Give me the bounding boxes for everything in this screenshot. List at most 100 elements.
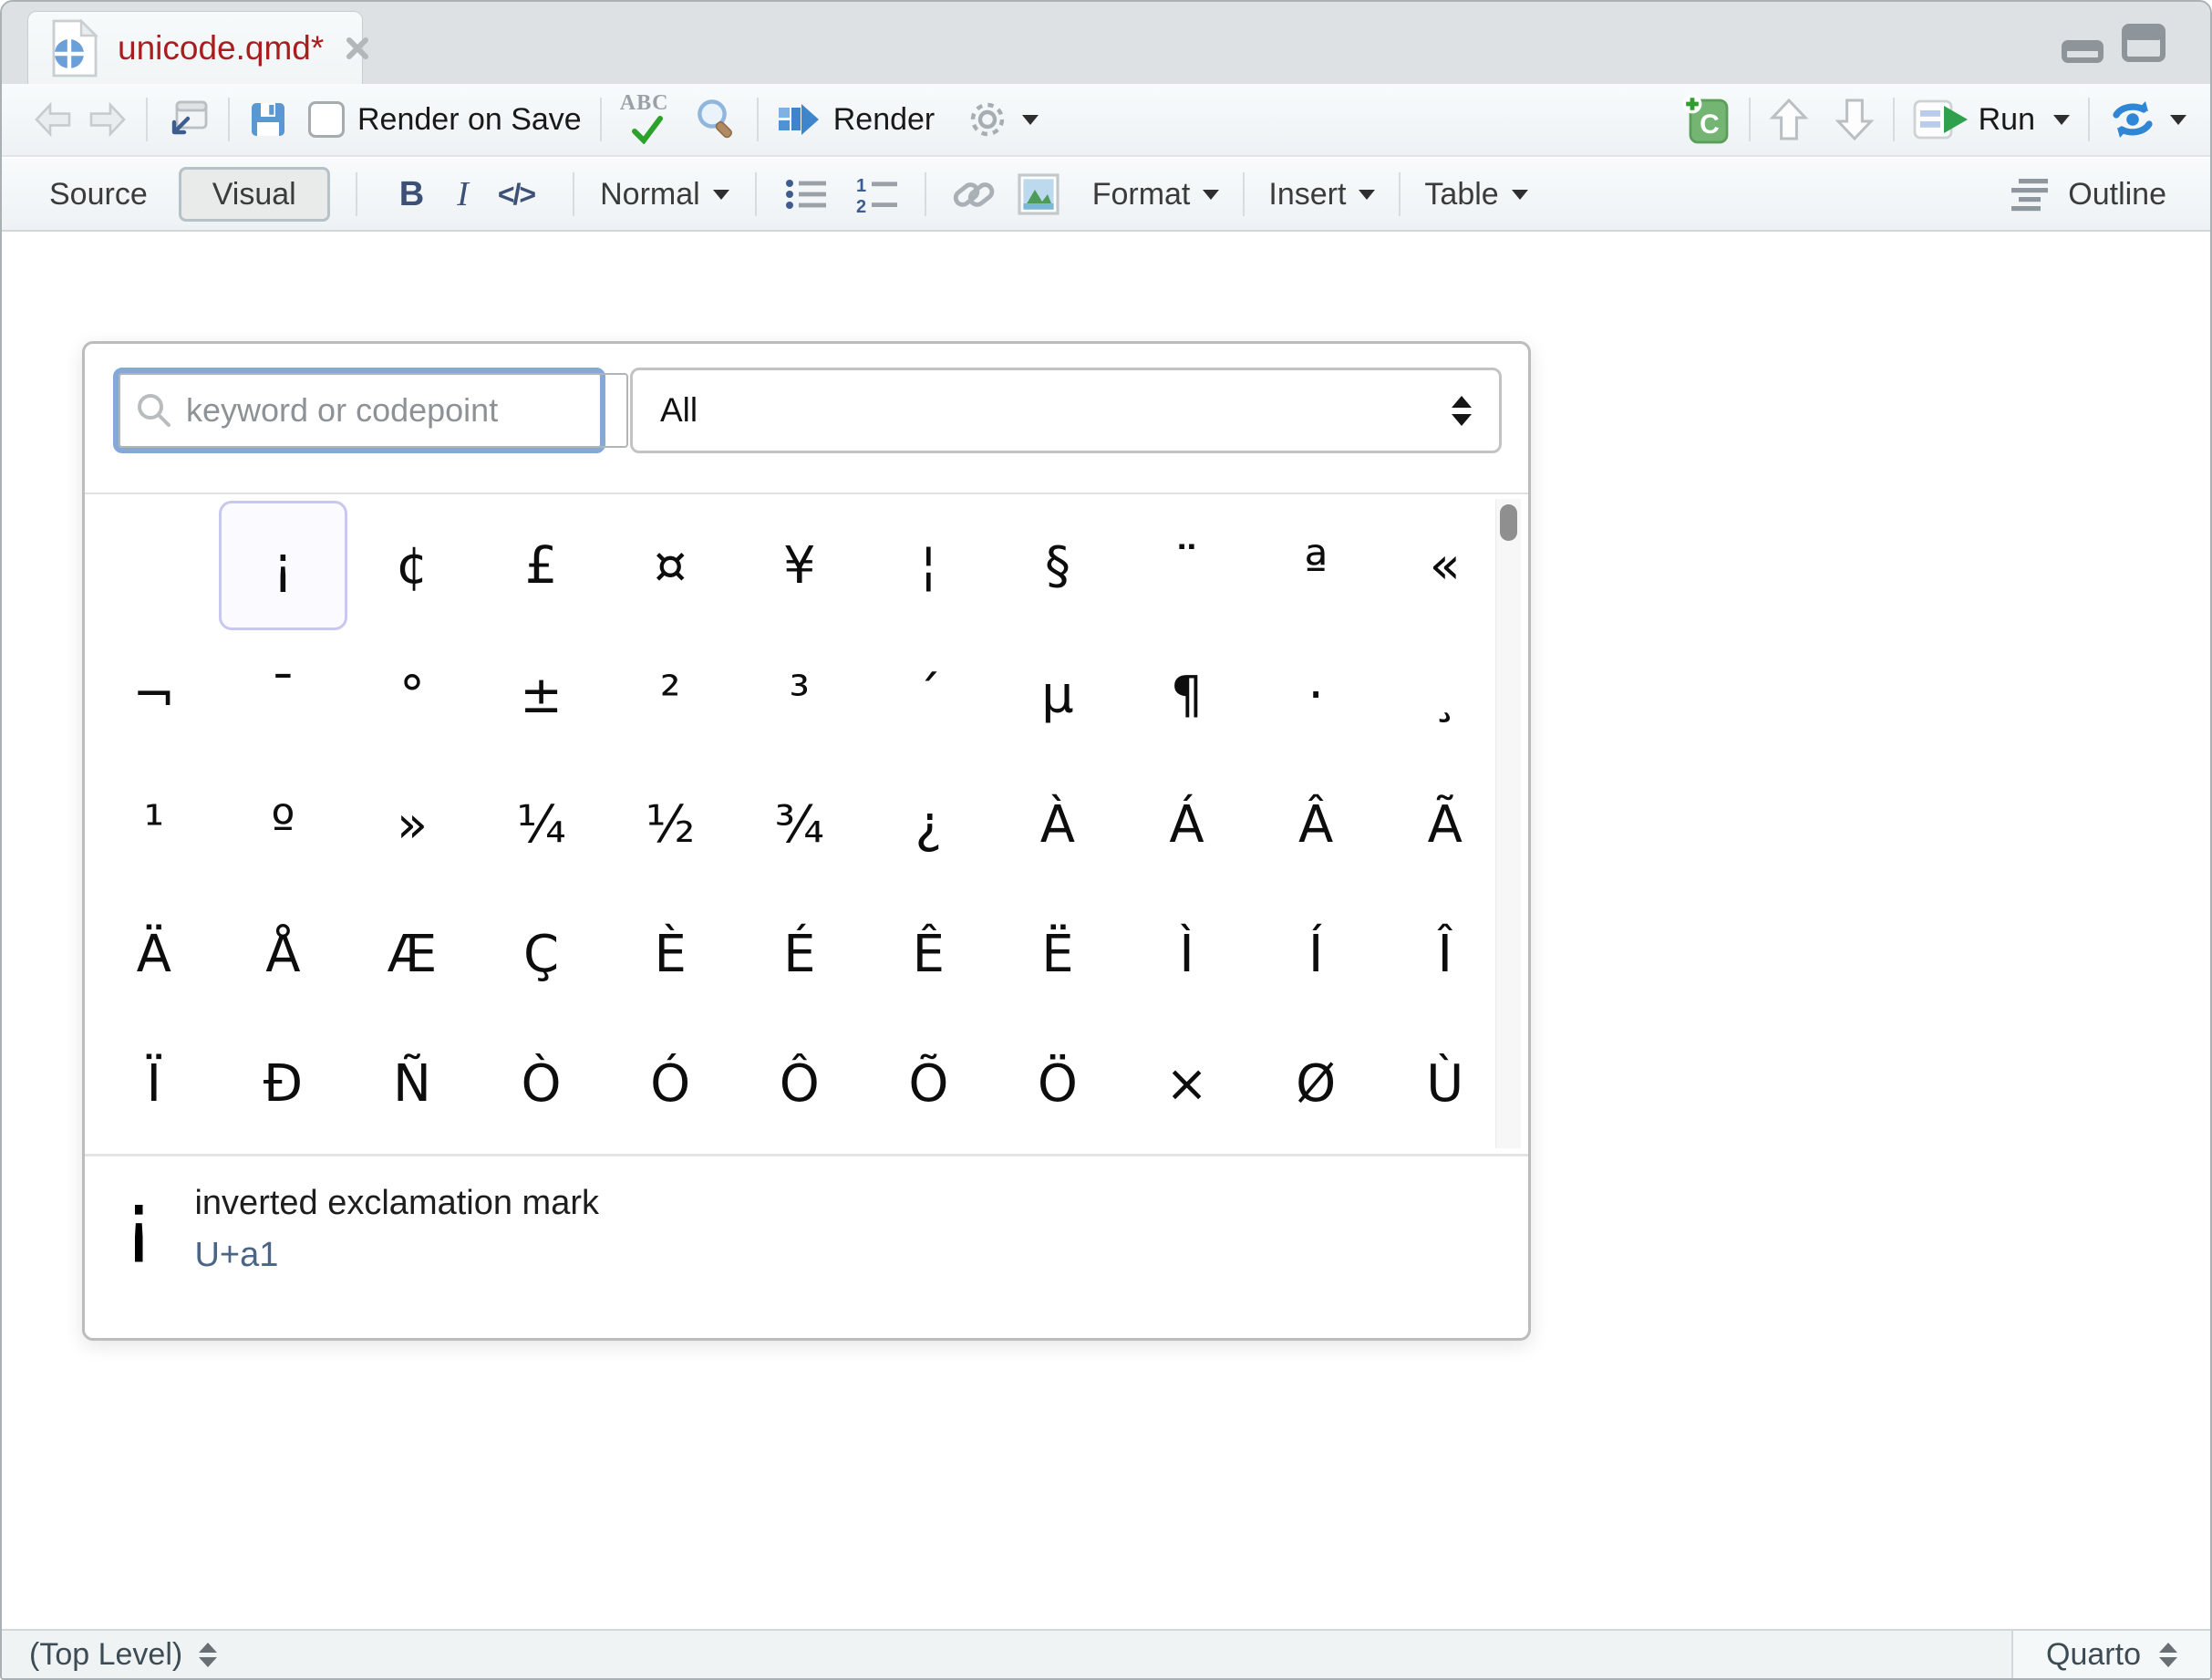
symbol-cell[interactable]: « xyxy=(1380,501,1510,630)
symbol-cell[interactable]: Ô xyxy=(735,1019,864,1148)
symbol-cell[interactable]: É xyxy=(735,889,864,1019)
outline-toggle[interactable]: Outline xyxy=(2010,175,2166,213)
image-icon[interactable] xyxy=(1016,171,1061,217)
symbol-cell[interactable]: ¬ xyxy=(89,630,219,760)
symbol-cell[interactable]: Ï xyxy=(89,1019,219,1148)
symbol-cell[interactable]: Ñ xyxy=(347,1019,477,1148)
symbol-cell[interactable]: ¢ xyxy=(347,501,477,630)
symbol-cell[interactable]: § xyxy=(993,501,1122,630)
symbol-cell[interactable]: ± xyxy=(477,630,606,760)
symbol-cell[interactable]: ² xyxy=(605,630,735,760)
symbol-cell[interactable]: Å xyxy=(219,889,348,1019)
bullet-list-icon[interactable] xyxy=(782,174,830,214)
symbol-cell[interactable]: Ø xyxy=(1251,1019,1380,1148)
scope-selector[interactable]: (Top Level) xyxy=(2,1637,217,1673)
save-icon[interactable] xyxy=(248,99,288,140)
symbol-cell[interactable]: ½ xyxy=(605,760,735,889)
symbol-cell[interactable]: Ì xyxy=(1122,889,1252,1019)
symbol-cell[interactable]: º xyxy=(219,760,348,889)
symbol-cell[interactable]: ¾ xyxy=(735,760,864,889)
symbol-cell[interactable]: Ù xyxy=(1380,1019,1510,1148)
render-button[interactable]: Render xyxy=(777,100,935,139)
symbol-cell[interactable]: Î xyxy=(1380,889,1510,1019)
pane-window-controls xyxy=(2061,2,2210,84)
run-button[interactable]: Run xyxy=(1913,99,2070,140)
insert-menu[interactable]: Insert xyxy=(1268,177,1375,213)
table-menu[interactable]: Table xyxy=(1424,177,1527,213)
rerun-source-icon[interactable] xyxy=(2108,99,2157,140)
bold-button[interactable]: B xyxy=(399,175,424,214)
grid-scrollbar-thumb[interactable] xyxy=(1500,504,1517,541)
symbol-cell[interactable]: ¶ xyxy=(1122,630,1252,760)
outline-icon xyxy=(2010,175,2057,213)
symbol-cell[interactable]: Ä xyxy=(89,889,219,1019)
symbol-cell[interactable]: ¹ xyxy=(89,760,219,889)
spellcheck-icon[interactable]: ABC xyxy=(620,93,677,146)
symbol-cell[interactable]: ¼ xyxy=(477,760,606,889)
preview-name: inverted exclamation mark xyxy=(194,1184,599,1223)
symbol-cell[interactable]: Í xyxy=(1251,889,1380,1019)
next-chunk-icon[interactable] xyxy=(1835,97,1875,142)
symbol-cell[interactable]: ¦ xyxy=(864,501,994,630)
symbol-cell[interactable]: ° xyxy=(347,630,477,760)
symbol-cell[interactable]: µ xyxy=(993,630,1122,760)
tab-title: unicode.qmd* xyxy=(118,29,324,67)
open-in-new-window-icon[interactable] xyxy=(166,99,210,140)
symbol-cell[interactable]: ¨ xyxy=(1122,501,1252,630)
symbol-cell[interactable]: ¿ xyxy=(864,760,994,889)
back-icon[interactable] xyxy=(33,101,73,138)
symbol-cell[interactable]: ³ xyxy=(735,630,864,760)
paragraph-style-dropdown[interactable]: Normal xyxy=(600,177,729,213)
render-options-caret-icon[interactable] xyxy=(1022,115,1039,125)
symbol-cell[interactable]: » xyxy=(347,760,477,889)
numbered-list-icon[interactable]: 1 2 xyxy=(853,174,901,214)
forward-icon[interactable] xyxy=(88,101,128,138)
source-mode-button[interactable]: Source xyxy=(49,177,148,213)
symbol-cell[interactable]: ¡ xyxy=(219,501,348,630)
symbol-cell[interactable]: Ö xyxy=(993,1019,1122,1148)
inline-code-button[interactable]: </> xyxy=(498,178,534,212)
symbol-cell[interactable]: Ç xyxy=(477,889,606,1019)
previous-chunk-icon[interactable] xyxy=(1769,97,1809,142)
render-settings-gear-icon[interactable] xyxy=(966,98,1009,141)
symbol-cell[interactable]: ¸ xyxy=(1380,630,1510,760)
svg-text:2: 2 xyxy=(856,197,866,214)
italic-button[interactable]: I xyxy=(457,174,469,214)
visual-mode-button[interactable]: Visual xyxy=(179,167,330,222)
symbol-cell[interactable]: ¥ xyxy=(735,501,864,630)
symbol-cell[interactable]: Ó xyxy=(605,1019,735,1148)
link-icon[interactable] xyxy=(950,172,997,216)
document-format-selector[interactable]: Quarto xyxy=(2011,1631,2210,1678)
maximize-pane-icon[interactable] xyxy=(2121,21,2166,65)
find-replace-icon[interactable] xyxy=(695,98,739,141)
symbol-cell[interactable]: Ê xyxy=(864,889,994,1019)
symbol-cell[interactable] xyxy=(89,501,219,630)
minimize-pane-icon[interactable] xyxy=(2061,22,2104,64)
symbol-cell[interactable]: Õ xyxy=(864,1019,994,1148)
symbol-cell[interactable]: ¯ xyxy=(219,630,348,760)
symbol-cell[interactable]: ´ xyxy=(864,630,994,760)
render-on-save-checkbox[interactable] xyxy=(308,101,345,138)
symbol-cell[interactable]: Ð xyxy=(219,1019,348,1148)
symbol-cell[interactable]: Ò xyxy=(477,1019,606,1148)
symbol-search-input[interactable] xyxy=(184,390,612,430)
symbol-cell[interactable]: Ë xyxy=(993,889,1122,1019)
symbol-category-select[interactable]: All xyxy=(630,368,1502,453)
symbol-cell[interactable]: ¤ xyxy=(605,501,735,630)
symbol-cell[interactable]: À xyxy=(993,760,1122,889)
symbol-cell[interactable]: × xyxy=(1122,1019,1252,1148)
symbol-cell[interactable]: Æ xyxy=(347,889,477,1019)
symbol-cell[interactable]: £ xyxy=(477,501,606,630)
tab-unicode-qmd[interactable]: unicode.qmd* xyxy=(27,11,363,84)
symbol-cell[interactable]: · xyxy=(1251,630,1380,760)
separator xyxy=(755,172,757,216)
source-options-caret-icon[interactable] xyxy=(2170,115,2186,125)
symbol-cell[interactable]: Á xyxy=(1122,760,1252,889)
symbol-cell[interactable]: Ã xyxy=(1380,760,1510,889)
symbol-cell[interactable]: Â xyxy=(1251,760,1380,889)
symbol-cell[interactable]: ª xyxy=(1251,501,1380,630)
insert-code-chunk-icon[interactable]: C xyxy=(1681,93,1731,146)
symbol-cell[interactable]: È xyxy=(605,889,735,1019)
format-menu[interactable]: Format xyxy=(1092,177,1220,213)
close-tab-icon[interactable] xyxy=(344,35,371,62)
